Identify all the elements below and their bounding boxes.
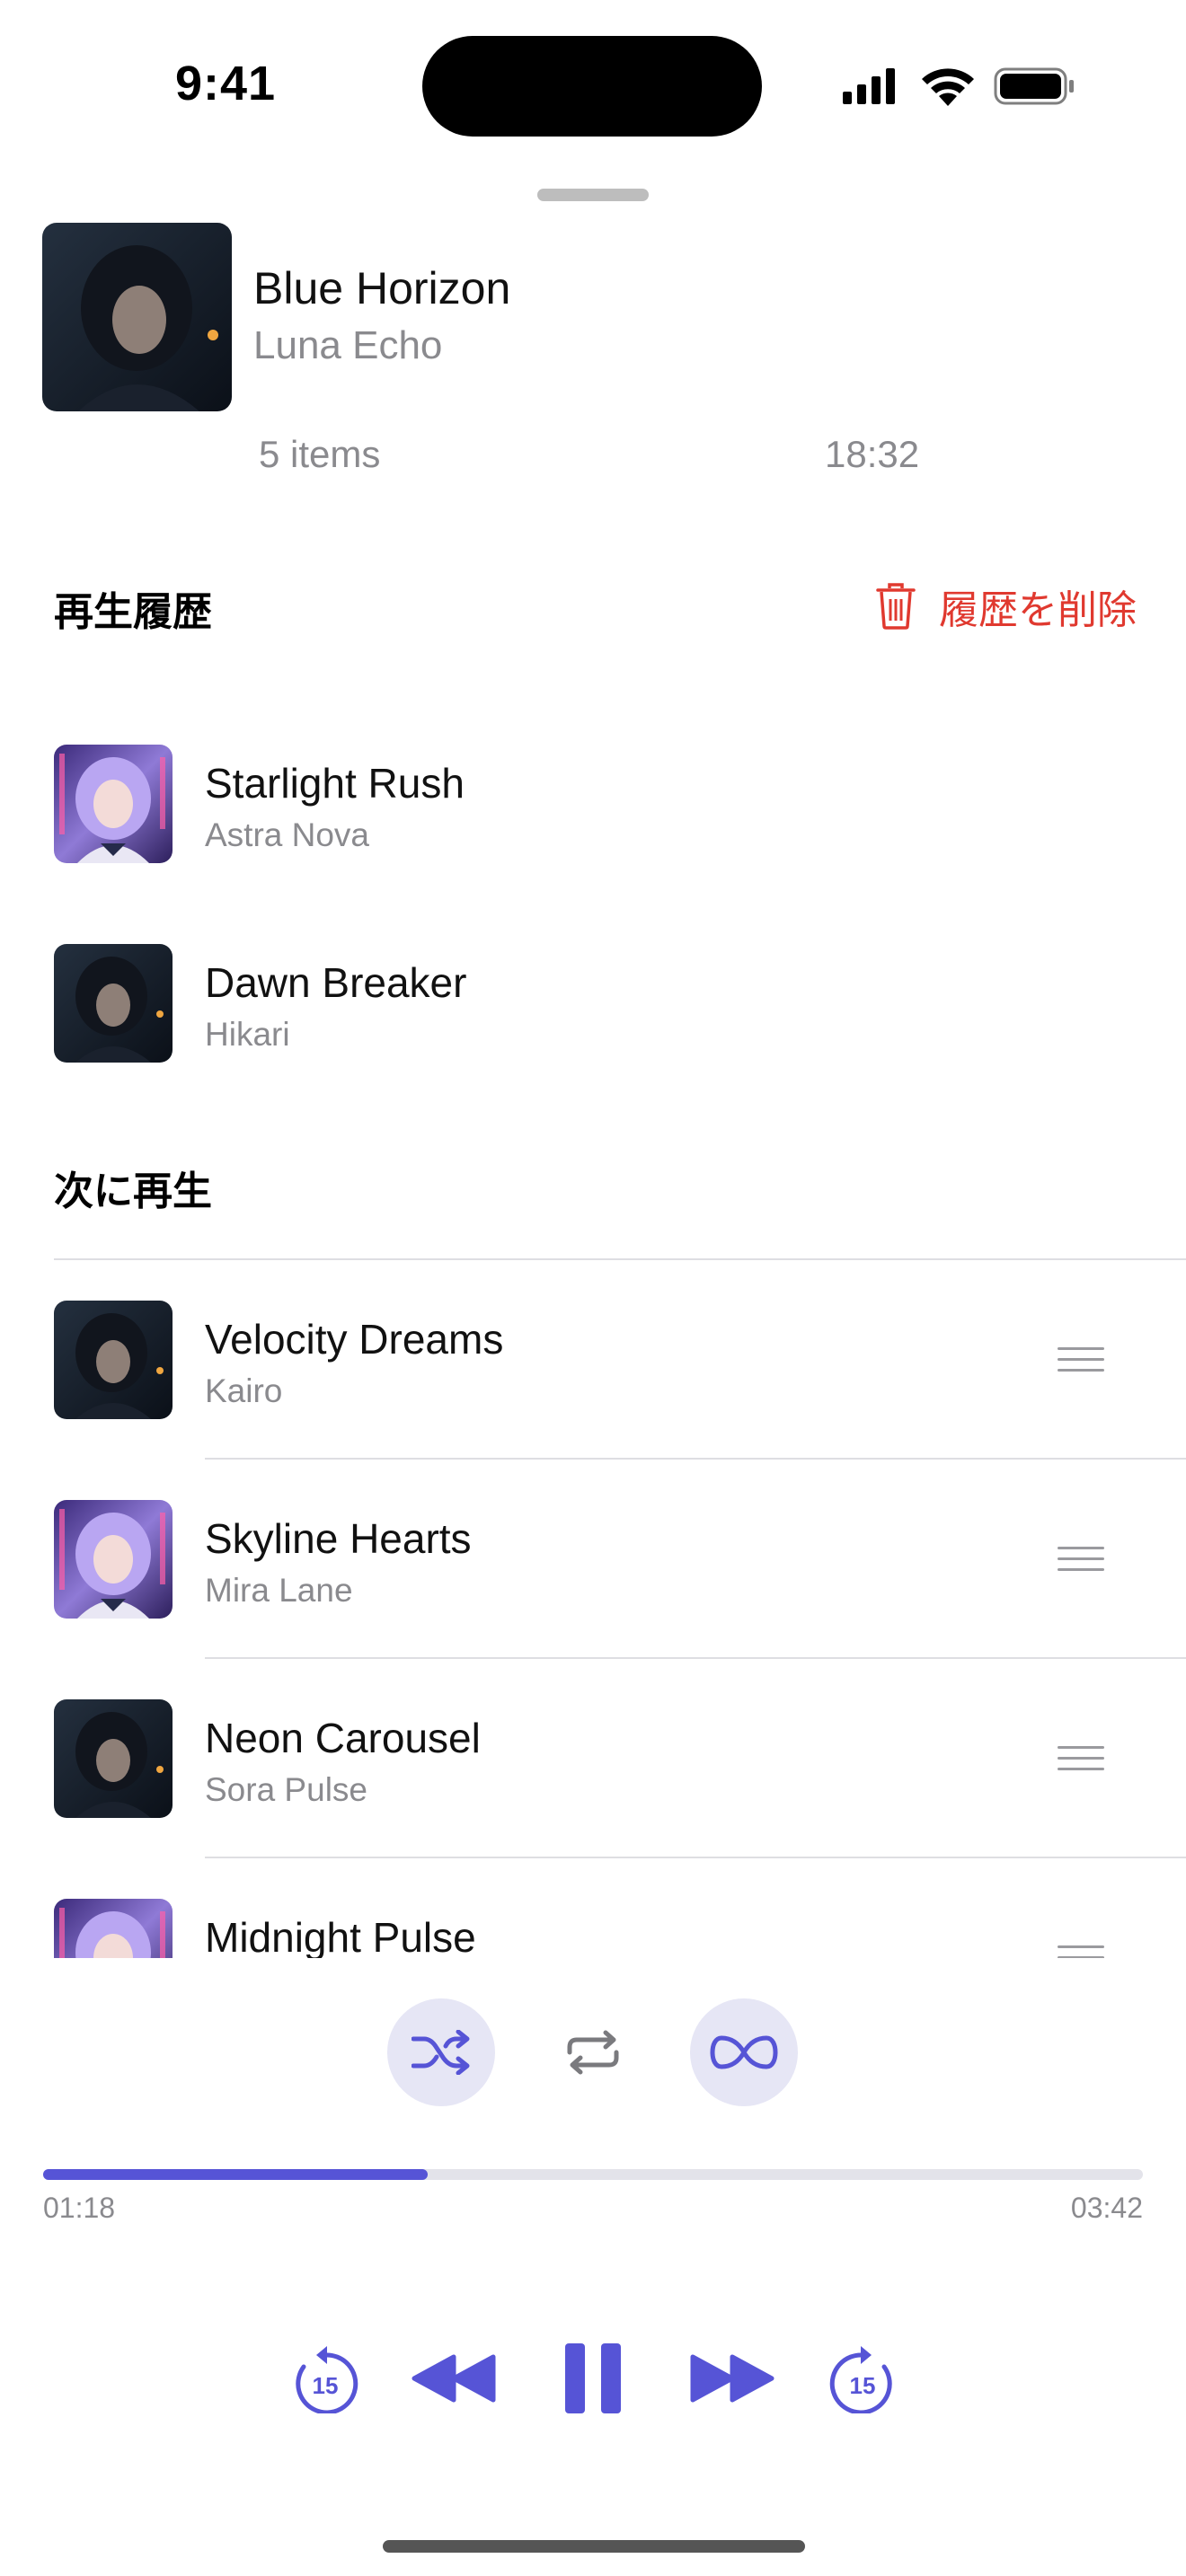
history-section-title: 再生履歴 bbox=[54, 590, 212, 634]
track-title: Neon Carousel bbox=[205, 1715, 481, 1761]
reorder-handle-icon[interactable] bbox=[1058, 1746, 1104, 1773]
shuffle-button[interactable] bbox=[387, 1998, 495, 2106]
queue-total-duration: 18:32 bbox=[825, 433, 920, 475]
cellular-signal-icon bbox=[843, 68, 895, 104]
track-title: Midnight Pulse bbox=[205, 1914, 476, 1958]
skip-back-icon: 15 bbox=[296, 2346, 358, 2413]
repeat-button[interactable] bbox=[539, 1998, 647, 2106]
track-artist: Mira Lane bbox=[205, 1572, 353, 1609]
track-artwork bbox=[54, 1699, 173, 1818]
history-track-row[interactable]: Dawn Breaker Hikari bbox=[0, 903, 1186, 1102]
track-artist: Astra Nova bbox=[205, 816, 370, 853]
infinity-button[interactable] bbox=[690, 1998, 798, 2106]
pause-button[interactable] bbox=[548, 2333, 638, 2423]
clear-history-label: 履歴を削除 bbox=[939, 588, 1137, 632]
track-artwork bbox=[54, 1301, 173, 1419]
wifi-icon bbox=[922, 68, 974, 106]
skip-forward-15-button[interactable]: 15 bbox=[818, 2333, 907, 2423]
skip-forward-seconds: 15 bbox=[850, 2372, 876, 2399]
track-artwork bbox=[54, 1500, 173, 1619]
track-title: Dawn Breaker bbox=[205, 959, 467, 1006]
up-next-track-row[interactable]: Skyline Hearts Mira Lane bbox=[0, 1459, 1186, 1658]
history-track-row[interactable]: Starlight Rush Astra Nova bbox=[0, 703, 1186, 903]
now-playing-artwork bbox=[42, 223, 232, 411]
trash-icon bbox=[876, 583, 916, 630]
skip-forward-icon: 15 bbox=[829, 2346, 892, 2413]
status-time: 9:41 bbox=[175, 57, 277, 110]
track-artist: Sora Pulse bbox=[205, 1771, 367, 1808]
repeat-icon bbox=[567, 2030, 619, 2075]
track-title: Starlight Rush bbox=[205, 760, 465, 807]
queue-list-clip: Midnight Pulse bbox=[0, 1857, 1186, 1958]
status-icons bbox=[843, 67, 1074, 106]
now-playing-title: Blue Horizon bbox=[253, 263, 511, 313]
queue-item-count: 5 items bbox=[259, 433, 381, 475]
elapsed-time: 01:18 bbox=[43, 2192, 116, 2224]
sheet-grabber[interactable] bbox=[537, 189, 649, 201]
track-title: Skyline Hearts bbox=[205, 1515, 472, 1562]
track-artist: Hikari bbox=[205, 1016, 290, 1053]
infinity-icon bbox=[710, 2035, 778, 2069]
track-artwork bbox=[54, 944, 173, 1063]
track-artist: Kairo bbox=[205, 1372, 283, 1409]
skip-back-seconds: 15 bbox=[313, 2372, 339, 2399]
reorder-handle-icon[interactable] bbox=[1058, 1945, 1104, 1958]
up-next-track-row[interactable]: Midnight Pulse bbox=[0, 1857, 1186, 1958]
playback-progress-fill bbox=[43, 2169, 429, 2180]
total-time: 03:42 bbox=[1070, 2192, 1143, 2224]
battery-icon bbox=[994, 67, 1074, 105]
track-title: Velocity Dreams bbox=[205, 1316, 504, 1363]
now-playing-artist: Luna Echo bbox=[253, 323, 443, 367]
rewind-button[interactable] bbox=[404, 2333, 503, 2423]
clear-history-button[interactable]: 履歴を削除 bbox=[876, 575, 1137, 638]
shuffle-icon bbox=[412, 2030, 470, 2075]
fast-forward-button[interactable] bbox=[683, 2333, 782, 2423]
rewind-icon bbox=[412, 2354, 496, 2403]
track-artwork bbox=[54, 1899, 173, 1958]
fast-forward-icon bbox=[690, 2354, 774, 2403]
dynamic-island bbox=[422, 36, 762, 137]
pause-icon bbox=[565, 2343, 621, 2413]
reorder-handle-icon[interactable] bbox=[1058, 1347, 1104, 1374]
home-indicator bbox=[383, 2540, 805, 2553]
up-next-track-row[interactable]: Neon Carousel Sora Pulse bbox=[0, 1658, 1186, 1857]
up-next-section-title: 次に再生 bbox=[54, 1169, 212, 1213]
playback-progress-bar[interactable] bbox=[43, 2169, 1143, 2180]
track-artwork bbox=[54, 745, 173, 863]
up-next-track-row[interactable]: Velocity Dreams Kairo bbox=[0, 1259, 1186, 1459]
reorder-handle-icon[interactable] bbox=[1058, 1547, 1104, 1574]
skip-back-15-button[interactable]: 15 bbox=[280, 2333, 370, 2423]
